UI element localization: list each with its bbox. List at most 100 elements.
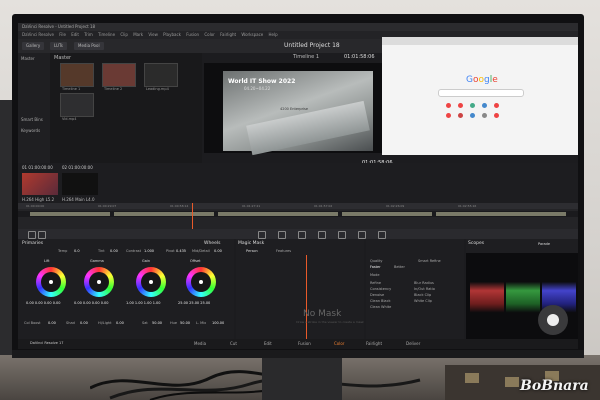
mask-param[interactable]: Black Clip	[414, 293, 431, 297]
faster-button[interactable]: Faster	[370, 265, 381, 269]
page-tab-cut[interactable]: Cut	[230, 341, 237, 346]
clip-thumbnail[interactable]	[22, 173, 58, 195]
clip-thumbnail[interactable]	[102, 63, 136, 87]
mask-playhead[interactable]	[306, 255, 307, 339]
media-pool-button[interactable]: Media Pool	[74, 42, 104, 50]
shortcut-icon[interactable]	[494, 103, 499, 108]
shortcut-icon[interactable]	[446, 113, 451, 118]
parade-select[interactable]: Parade	[538, 242, 550, 246]
timeline-clip[interactable]	[342, 212, 432, 216]
shortcut-icon[interactable]	[446, 103, 451, 108]
pivot-value[interactable]: 0.435	[176, 249, 186, 253]
browser-window[interactable]: Google	[382, 37, 578, 155]
person-mode[interactable]: Person	[246, 249, 258, 253]
mask-param[interactable]: Consistency	[370, 287, 391, 291]
param-value[interactable]: 50.00	[180, 321, 190, 325]
contrast-value[interactable]: 1.000	[144, 249, 154, 253]
tool-icon[interactable]	[378, 231, 386, 239]
clip-thumbnail[interactable]	[62, 173, 98, 195]
wheels-label[interactable]: Wheels	[204, 241, 220, 246]
menu-item[interactable]: Clip	[120, 32, 128, 37]
clip-thumbnail[interactable]	[60, 93, 94, 117]
menu-item[interactable]: Help	[269, 32, 278, 37]
shortcut-icon[interactable]	[494, 113, 499, 118]
mask-param[interactable]: Refine	[370, 281, 381, 285]
page-tab-fusion[interactable]: Fusion	[298, 341, 311, 346]
menu-item[interactable]: Mark	[133, 32, 143, 37]
param-value[interactable]: 50.00	[152, 321, 162, 325]
menu-item[interactable]: Workspace	[241, 32, 263, 37]
param-value[interactable]: 0.00	[48, 321, 56, 325]
gallery-button[interactable]: Gallery	[22, 42, 45, 50]
temp-value[interactable]: 0.0	[74, 249, 80, 253]
timeline-clip[interactable]	[218, 212, 338, 216]
tool-icon[interactable]	[298, 231, 306, 239]
menu-item[interactable]: Edit	[71, 32, 79, 37]
tool-icon[interactable]	[318, 231, 326, 239]
bin-master[interactable]: Master	[18, 53, 50, 64]
menu-item[interactable]: Playback	[163, 32, 181, 37]
shortcut-icon[interactable]	[482, 113, 487, 118]
offset-values[interactable]: 25.00 25.00 25.00	[178, 301, 210, 305]
timeline-clip[interactable]	[30, 212, 110, 216]
page-tab-fairlight[interactable]: Fairlight	[366, 341, 382, 346]
mask-param[interactable]: Blur Radius	[414, 281, 434, 285]
timeline-clip[interactable]	[114, 212, 214, 216]
control-center[interactable]	[547, 314, 559, 326]
mask-param[interactable]: White Clip	[414, 299, 432, 303]
timeline-clip[interactable]	[436, 212, 566, 216]
clip-label: Leading.mp4	[146, 87, 169, 91]
menu-item[interactable]: Fusion	[186, 32, 199, 37]
tool-icon[interactable]	[38, 231, 46, 239]
gamma-values[interactable]: 0.00 0.00 0.00 0.00	[74, 301, 109, 305]
mask-param[interactable]: Clean Black	[370, 299, 391, 303]
shortcut-icon[interactable]	[458, 103, 463, 108]
clip-thumbnail[interactable]	[60, 63, 94, 87]
tool-icon[interactable]	[28, 231, 36, 239]
timeline-playhead[interactable]	[192, 203, 193, 229]
lift-values[interactable]: 0.00 0.00 0.00 0.00	[26, 301, 61, 305]
offset-color-wheel[interactable]	[186, 267, 216, 297]
floating-control-wheel[interactable]	[538, 305, 568, 335]
shortcut-icon[interactable]	[482, 103, 487, 108]
gamma-color-wheel[interactable]	[84, 267, 114, 297]
shortcut-icon[interactable]	[470, 113, 475, 118]
mask-param[interactable]: Clean White	[370, 305, 391, 309]
menu-item[interactable]: Trim	[84, 32, 93, 37]
menu-item[interactable]: DaVinci Resolve	[22, 32, 54, 37]
shortcut-icon[interactable]	[458, 113, 463, 118]
bin-keywords[interactable]: Keywords	[18, 125, 50, 136]
tool-icon[interactable]	[278, 231, 286, 239]
gain-color-wheel[interactable]	[136, 267, 166, 297]
menu-item[interactable]: Fairlight	[220, 32, 236, 37]
clip-thumbnail[interactable]	[144, 63, 178, 87]
ruler-tick-label: 01:02:26:09	[386, 204, 405, 208]
luts-button[interactable]: LUTs	[50, 42, 67, 50]
page-tab-deliver[interactable]: Deliver	[406, 341, 420, 346]
gain-values[interactable]: 1.00 1.00 1.00 1.00	[126, 301, 161, 305]
google-search-input[interactable]	[438, 89, 524, 97]
tool-icon[interactable]	[358, 231, 366, 239]
shortcut-icon[interactable]	[470, 103, 475, 108]
menu-item[interactable]: Timeline	[98, 32, 115, 37]
mask-param[interactable]: Denoise	[370, 293, 384, 297]
page-tab-edit[interactable]: Edit	[264, 341, 272, 346]
better-button[interactable]: Better	[394, 265, 405, 269]
menu-item[interactable]: View	[148, 32, 158, 37]
tool-icon[interactable]	[258, 231, 266, 239]
page-tab-media[interactable]: Media	[194, 341, 206, 346]
param-value[interactable]: 100.00	[212, 321, 224, 325]
page-tab-color[interactable]: Color	[334, 341, 344, 346]
param-value[interactable]: 0.00	[116, 321, 124, 325]
timeline-name[interactable]: Timeline 1	[293, 54, 319, 60]
middetail-label: Mid/Detail	[192, 249, 210, 253]
param-value[interactable]: 0.00	[80, 321, 88, 325]
menu-item[interactable]: Color	[204, 32, 214, 37]
middetail-value[interactable]: 0.00	[214, 249, 222, 253]
features-mode[interactable]: Features	[276, 249, 291, 253]
tool-icon[interactable]	[338, 231, 346, 239]
mask-param[interactable]: In/Out Ratio	[414, 287, 435, 291]
menu-item[interactable]: File	[59, 32, 66, 37]
tint-value[interactable]: 0.00	[110, 249, 118, 253]
lift-color-wheel[interactable]	[36, 267, 66, 297]
